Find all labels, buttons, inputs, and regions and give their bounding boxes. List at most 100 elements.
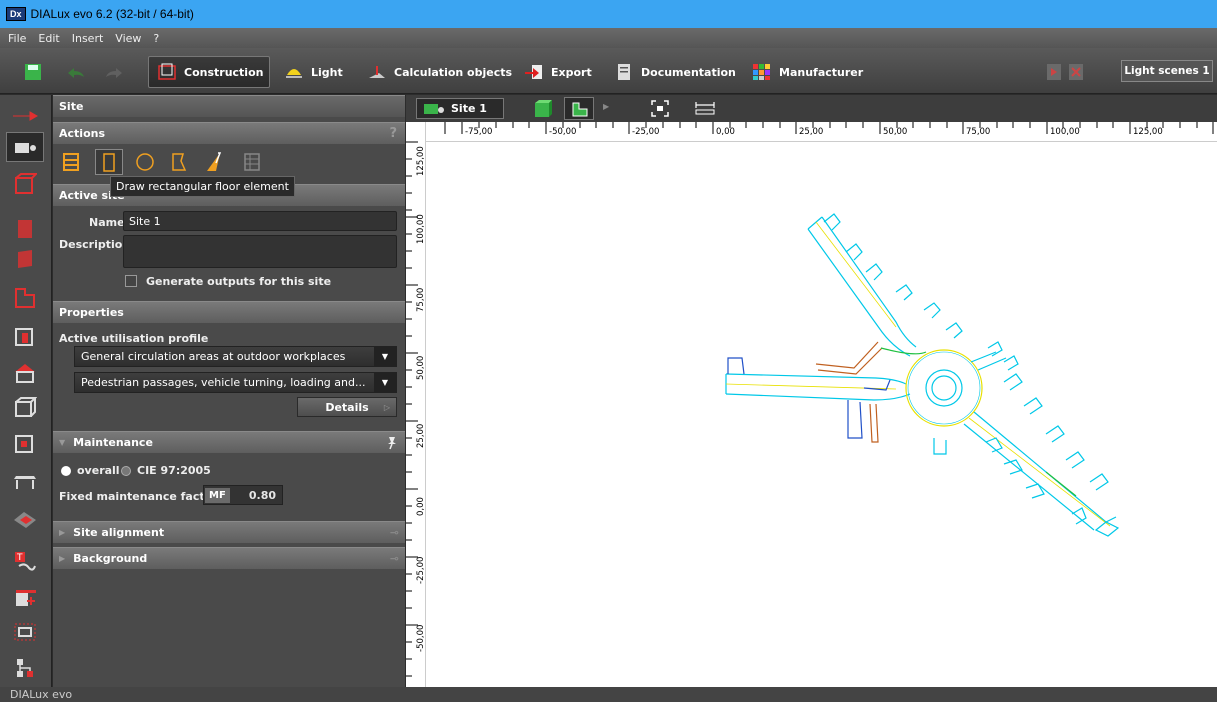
storey-button[interactable] bbox=[6, 214, 44, 244]
chevron-right-icon: ▷ bbox=[383, 402, 390, 412]
cie-radio[interactable] bbox=[121, 466, 131, 476]
help-icon[interactable]: ? bbox=[389, 126, 397, 141]
ruler-y-label: -50,00 bbox=[416, 625, 426, 652]
text-icon: T bbox=[15, 552, 36, 571]
paint-floor-icon[interactable] bbox=[204, 151, 226, 173]
import-plan-button[interactable] bbox=[6, 101, 44, 131]
manufacturer-tab[interactable]: Manufacturer bbox=[752, 60, 863, 84]
cube-icon bbox=[15, 397, 37, 417]
building-icon bbox=[15, 173, 37, 194]
background-title: Background bbox=[73, 552, 148, 565]
window-icon bbox=[15, 435, 33, 453]
stairs-icon[interactable] bbox=[242, 151, 264, 173]
menu-bar: File Edit Insert View ? bbox=[0, 28, 1217, 48]
tooltip: Draw rectangular floor element bbox=[110, 176, 295, 197]
roof-button[interactable] bbox=[6, 358, 44, 388]
play-icon bbox=[1047, 64, 1061, 80]
3d-view-icon[interactable] bbox=[533, 99, 553, 118]
rectangular-floor-button[interactable] bbox=[95, 149, 123, 175]
name-field[interactable]: Site 1 bbox=[123, 211, 397, 231]
ruler-y-label: 100,00 bbox=[416, 214, 426, 244]
utilisation-profile-select[interactable]: General circulation areas at outdoor wor… bbox=[74, 346, 397, 367]
edit-room-button[interactable] bbox=[6, 283, 44, 313]
status-label: DIALux evo bbox=[10, 688, 73, 701]
frame-button[interactable] bbox=[6, 617, 44, 647]
site-tab-label: Site 1 bbox=[451, 102, 487, 115]
menu-view[interactable]: View bbox=[115, 32, 141, 45]
zoom-fit-icon[interactable] bbox=[651, 100, 669, 117]
site-plan-drawing bbox=[725, 213, 1120, 537]
cie-label: CIE 97:2005 bbox=[137, 464, 211, 477]
insert-icon bbox=[16, 590, 36, 606]
opening-button[interactable] bbox=[6, 428, 44, 458]
menu-insert[interactable]: Insert bbox=[72, 32, 104, 45]
description-field[interactable] bbox=[123, 235, 397, 268]
background-header[interactable]: ▶ Background ⊸ bbox=[53, 547, 405, 569]
maintenance-header[interactable]: ▼ Maintenance bbox=[53, 431, 405, 453]
ruler-y-label: -25,00 bbox=[416, 557, 426, 584]
site-alignment-header[interactable]: ▶ Site alignment ⊸ bbox=[53, 521, 405, 543]
maintenance-title: Maintenance bbox=[73, 436, 153, 449]
maintenance-factor-field[interactable]: MF 0.80 bbox=[203, 485, 283, 505]
circle-floor-icon[interactable] bbox=[135, 151, 157, 173]
profile-1-value: General circulation areas at outdoor wor… bbox=[81, 350, 346, 363]
play-scene-button[interactable] bbox=[1047, 60, 1061, 84]
drawing-canvas[interactable] bbox=[426, 142, 1217, 687]
redo-icon bbox=[106, 68, 122, 78]
ruler-y-label: 0,00 bbox=[416, 497, 426, 516]
pin-icon[interactable] bbox=[385, 436, 397, 450]
site-tab[interactable]: Site 1 bbox=[416, 98, 504, 119]
measure-icon[interactable] bbox=[695, 101, 715, 115]
export-tab[interactable]: Export bbox=[524, 60, 592, 84]
floor-plan-view-button[interactable] bbox=[564, 97, 594, 120]
mf-badge: MF bbox=[205, 487, 230, 503]
menu-edit[interactable]: Edit bbox=[38, 32, 59, 45]
documentation-tab[interactable]: Documentation bbox=[614, 60, 736, 84]
ruler-x-label: 25,00 bbox=[799, 127, 823, 137]
construction-tab[interactable]: Construction bbox=[148, 56, 270, 88]
undo-button[interactable] bbox=[66, 60, 86, 84]
text-button[interactable]: T bbox=[6, 546, 44, 576]
road-southeast bbox=[963, 411, 1117, 531]
menu-help[interactable]: ? bbox=[153, 32, 159, 45]
light-scenes-select[interactable]: Light scenes 1 bbox=[1121, 60, 1213, 82]
lamp-icon bbox=[286, 69, 302, 78]
ruler-x-label: 50,00 bbox=[883, 127, 907, 137]
rectangle-icon bbox=[103, 153, 115, 172]
save-button[interactable] bbox=[24, 60, 42, 84]
insert-button[interactable] bbox=[6, 583, 44, 613]
material-icon bbox=[14, 512, 36, 528]
hierarchy-button[interactable] bbox=[6, 653, 44, 683]
property-panel: Site Actions ? Draw rectangular floor el… bbox=[53, 95, 405, 687]
pin-icon[interactable]: ⊸ bbox=[390, 526, 399, 539]
details-button[interactable]: Details ▷ bbox=[297, 397, 397, 417]
overall-radio[interactable] bbox=[61, 466, 71, 476]
site-icon bbox=[424, 103, 444, 114]
construction-label: Construction bbox=[184, 65, 264, 79]
room-button[interactable] bbox=[6, 244, 44, 274]
chevron-right-icon: ▶ bbox=[59, 528, 66, 537]
pin-icon[interactable]: ⊸ bbox=[390, 552, 399, 565]
redo-button[interactable] bbox=[104, 60, 124, 84]
stop-scene-button[interactable] bbox=[1069, 60, 1083, 84]
freeform-floor-icon[interactable] bbox=[169, 151, 191, 173]
calculation-objects-tab[interactable]: Calculation objects bbox=[367, 60, 512, 84]
polygon-floor-icon[interactable] bbox=[62, 151, 82, 173]
wall-button[interactable] bbox=[6, 321, 44, 351]
chevron-down-icon: ▼ bbox=[59, 438, 66, 447]
furniture-button[interactable] bbox=[6, 392, 44, 422]
site-button[interactable] bbox=[6, 132, 44, 162]
generate-outputs-label: Generate outputs for this site bbox=[146, 275, 332, 288]
building-button[interactable] bbox=[6, 169, 44, 199]
light-tab[interactable]: Light bbox=[284, 60, 343, 84]
chevron-right-icon[interactable]: ▶ bbox=[603, 102, 609, 111]
utilisation-subprofile-select[interactable]: Pedestrian passages, vehicle turning, lo… bbox=[74, 372, 397, 393]
ruler-y-label: 25,00 bbox=[416, 424, 426, 448]
ceiling-button[interactable] bbox=[6, 467, 44, 497]
menu-file[interactable]: File bbox=[8, 32, 26, 45]
import-icon bbox=[13, 111, 38, 121]
calculation-objects-label: Calculation objects bbox=[394, 65, 513, 79]
generate-outputs-checkbox[interactable] bbox=[125, 275, 137, 287]
site-header: Site bbox=[53, 95, 405, 117]
material-button[interactable] bbox=[6, 505, 44, 535]
